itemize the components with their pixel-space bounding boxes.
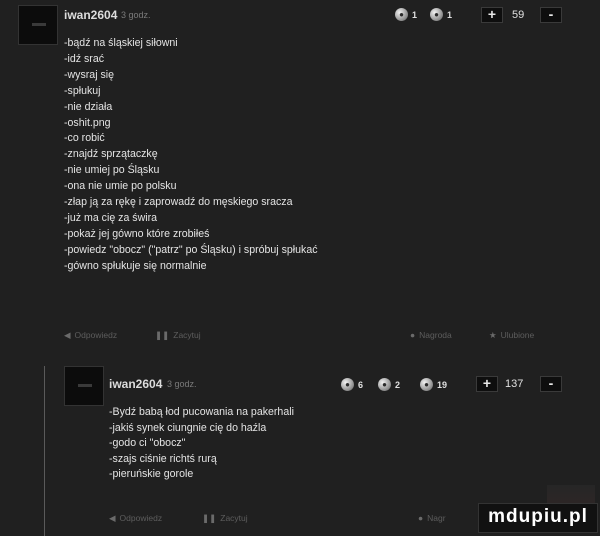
avatar[interactable] bbox=[18, 5, 58, 45]
upvote-button[interactable]: + bbox=[476, 376, 498, 392]
favorite-link[interactable]: ★ Ulubione bbox=[489, 330, 534, 341]
medal-icon: ● bbox=[395, 8, 408, 21]
star-icon: ★ bbox=[489, 330, 497, 340]
comment-line: -co robić bbox=[64, 132, 105, 145]
comment-line: -znajdź sprzątaczkę bbox=[64, 148, 158, 161]
comment-body: -bądź na śląskiej siłowni -idź srać -wys… bbox=[64, 36, 318, 275]
comment-line: -powiedz "obocz" ("patrz" po Śląsku) i s… bbox=[64, 243, 318, 256]
upvote-button[interactable]: + bbox=[481, 7, 503, 23]
award-link[interactable]: ● Nagroda bbox=[410, 330, 452, 340]
comment-line: -bądź na śląskiej siłowni bbox=[64, 37, 178, 49]
medal-badge: ● 1 bbox=[395, 8, 417, 21]
downvote-button[interactable]: - bbox=[540, 376, 562, 392]
reply-icon: ◀ bbox=[64, 330, 71, 340]
comment-line: -pokaż jej gówno które zrobiłeś bbox=[64, 227, 210, 240]
comment-line: -gówno spłukuje się normalnie bbox=[64, 259, 207, 272]
medal-badge: ● 19 bbox=[420, 378, 447, 391]
comment-line: -wysraj się bbox=[64, 68, 115, 81]
comment-line: -ona nie umie po polsku bbox=[64, 180, 177, 193]
award-link[interactable]: ● Nagr bbox=[418, 513, 446, 523]
comment-body: -Bydź babą łod pucowania na pakerhali -j… bbox=[109, 405, 294, 483]
comment-line: -już ma cię za świra bbox=[64, 211, 158, 224]
comment-line: -idź srać bbox=[64, 52, 105, 65]
score: 59 bbox=[512, 9, 525, 21]
medal-badge: ● 6 bbox=[341, 378, 363, 391]
avatar[interactable] bbox=[64, 366, 104, 406]
timestamp: 3 godz. bbox=[167, 379, 197, 389]
medal-icon: ● bbox=[378, 378, 391, 391]
award-icon: ● bbox=[418, 513, 424, 523]
medal-icon: ● bbox=[420, 378, 433, 391]
comment-line: -oshit.png bbox=[64, 116, 111, 129]
username[interactable]: iwan2604 bbox=[109, 377, 162, 391]
comment-line: -Bydź babą łod pucowania na pakerhali bbox=[109, 406, 294, 418]
comment-line: -pieruńskie gorole bbox=[109, 468, 194, 480]
award-icon: ● bbox=[410, 330, 416, 340]
watermark-logo: mdupiu.pl bbox=[478, 503, 598, 533]
quote-link[interactable]: ❚❚ Zacytuj bbox=[155, 330, 201, 341]
comment-line: -jakiś synek ciungnie cię do haźla bbox=[109, 421, 267, 434]
reply-link[interactable]: ◀ Odpowiedz bbox=[109, 513, 162, 524]
comment-line: -godo ci "obocz" bbox=[109, 437, 186, 449]
thread-line bbox=[44, 366, 45, 536]
comment-line: -złap ją za rękę i zaprowadź do męskiego… bbox=[64, 196, 293, 209]
medal-icon: ● bbox=[341, 378, 354, 391]
reply-link[interactable]: ◀ Odpowiedz bbox=[64, 330, 117, 341]
quote-icon: ❚❚ bbox=[202, 513, 217, 523]
downvote-button[interactable]: - bbox=[540, 7, 562, 23]
quote-icon: ❚❚ bbox=[155, 330, 170, 340]
comment-line: -spłukuj bbox=[64, 84, 101, 97]
quote-link[interactable]: ❚❚ Zacytuj bbox=[202, 513, 248, 524]
comment-line: -szajs ciśnie richtś rurą bbox=[109, 452, 217, 465]
medal-badge: ● 1 bbox=[430, 8, 452, 21]
reply-icon: ◀ bbox=[109, 513, 116, 523]
comment-line: -nie działa bbox=[64, 100, 113, 113]
medal-icon: ● bbox=[430, 8, 443, 21]
timestamp: 3 godz. bbox=[121, 10, 151, 20]
comment-line: -nie umiej po Śląsku bbox=[64, 164, 160, 177]
username[interactable]: iwan2604 bbox=[64, 8, 117, 22]
medal-badge: ● 2 bbox=[378, 378, 400, 391]
score: 137 bbox=[505, 378, 524, 390]
